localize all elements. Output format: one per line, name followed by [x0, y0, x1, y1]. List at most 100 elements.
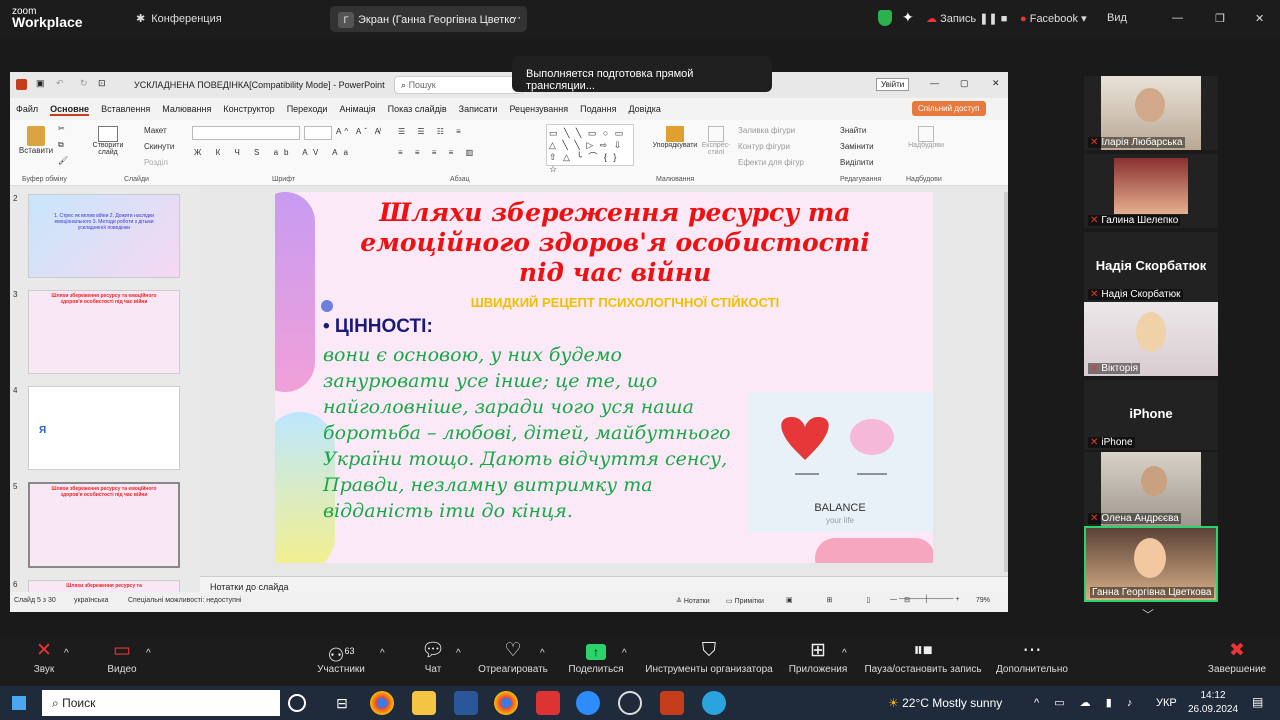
audio-options[interactable]: ^ [64, 648, 69, 659]
vertical-scrollbar[interactable] [1004, 192, 1008, 572]
participants-button[interactable]: ⚇63 Участники [312, 636, 370, 675]
telegram-icon[interactable] [702, 691, 726, 715]
menu-record[interactable]: Записати [459, 104, 498, 114]
cortana-icon[interactable] [288, 694, 306, 712]
menu-insert[interactable]: Вставлення [101, 104, 150, 114]
format-painter-icon[interactable]: 🖌 [58, 156, 68, 165]
addins-button[interactable]: Надбудови [906, 126, 946, 149]
restore-icon[interactable]: ❐ [1215, 12, 1225, 25]
reset-button[interactable]: Скинути [144, 142, 174, 151]
media-icon[interactable] [618, 691, 642, 715]
chat-options[interactable]: ^ [456, 648, 461, 659]
menu-design[interactable]: Конструктор [223, 104, 274, 114]
share-options[interactable]: ^ [622, 648, 627, 659]
sparkle-icon[interactable]: ✦ [902, 9, 914, 26]
notification-icon[interactable]: ▤ [1252, 695, 1263, 709]
close-icon[interactable]: ✕ [1255, 12, 1264, 25]
video-options[interactable]: ^ [146, 648, 151, 659]
explorer-icon[interactable] [412, 691, 436, 715]
ppt-minimize-icon[interactable]: — [930, 78, 939, 88]
livestream-status[interactable]: ● Facebook ▾ [1020, 12, 1087, 25]
powerpoint-icon[interactable] [660, 691, 684, 715]
chrome-icon-2[interactable] [494, 691, 518, 715]
record-status[interactable]: ☁ Запись ❚❚ ■ [926, 12, 1007, 25]
conference-menu[interactable]: ✱ Конференция [136, 12, 222, 25]
apps-button[interactable]: ⊞ Приложения [786, 636, 850, 675]
comments-toggle[interactable]: ▭ Примітки [726, 597, 764, 605]
taskbar-search[interactable]: ⌕ Поиск [42, 690, 280, 716]
pause-record-icon[interactable]: ❚❚ [979, 13, 997, 25]
shape-fill-button[interactable]: Заливка фігури [738, 126, 795, 135]
participant-tile-active[interactable]: Ганна Георгівна Цветкова [1084, 526, 1218, 602]
new-slide-button[interactable]: Створити слайд [90, 126, 126, 156]
copy-icon[interactable]: ⧉ [58, 140, 64, 150]
zoom-level[interactable]: 79% [976, 597, 990, 604]
participants-options[interactable]: ^ [380, 648, 385, 659]
mute-button[interactable]: ✕ Звук [26, 636, 62, 675]
menu-home[interactable]: Основне [50, 104, 90, 116]
layout-button[interactable]: Макет [144, 126, 167, 135]
font-size-box[interactable] [304, 126, 332, 140]
windows-start-icon[interactable] [12, 696, 26, 710]
participant-tile[interactable]: ✕ Вікторія [1084, 302, 1218, 376]
stop-record-icon[interactable]: ■ [1001, 13, 1008, 25]
language-status[interactable]: українська [74, 597, 108, 604]
menu-transitions[interactable]: Переходи [287, 104, 328, 114]
find-button[interactable]: Знайти [840, 126, 866, 135]
undo-icon[interactable]: ↶ [56, 78, 64, 89]
align-icons[interactable]: ≡ ≡ ≡ ≡ ▥ [398, 148, 478, 157]
signin-button[interactable]: Увійти [876, 78, 910, 91]
react-options[interactable]: ^ [540, 648, 545, 659]
search-box[interactable]: ⌕ Пошук [394, 76, 524, 94]
slide-thumb-3[interactable]: Шляхи збереження ресурсу та емоційного з… [28, 290, 180, 374]
section-button[interactable]: Розділ [144, 158, 168, 167]
slide-thumb-5[interactable]: Шляхи збереження ресурсу та емоційного з… [28, 482, 180, 568]
present-icon[interactable]: ⊡ [98, 78, 106, 89]
apps-options[interactable]: ^ [842, 648, 847, 659]
slide-thumb-4[interactable]: Я [28, 386, 180, 470]
pause-record-button[interactable]: ⏸⏹ Пауза/остановить запись [862, 636, 984, 675]
menu-slideshow[interactable]: Показ слайдів [388, 104, 447, 114]
zoom-icon[interactable] [576, 691, 600, 715]
menu-draw[interactable]: Малювання [162, 104, 211, 114]
ppt-restore-icon[interactable]: ▢ [960, 78, 969, 89]
react-button[interactable]: ♡ Отреагировать [476, 636, 550, 675]
view-menu[interactable]: Вид [1107, 12, 1127, 24]
menu-view[interactable]: Подання [580, 104, 616, 114]
app-red-icon[interactable] [536, 691, 560, 715]
menu-file[interactable]: Файл [16, 104, 38, 114]
chat-button[interactable]: 💬︎ Чат [418, 636, 448, 675]
participant-tile[interactable]: iPhone ✕ iPhone [1084, 380, 1218, 450]
tray-icons[interactable]: ^ ▭ ☁ ▮ ♪ [1034, 696, 1138, 709]
font-name-box[interactable] [192, 126, 300, 140]
participant-tile[interactable]: Надія Скорбатюк ✕ Надія Скорбатюк [1084, 232, 1218, 302]
end-button[interactable]: ✖ Завершение [1206, 636, 1268, 675]
save-icon[interactable]: ▣ [36, 78, 45, 89]
clock[interactable]: 14:12 26.09.2024 [1186, 689, 1240, 717]
select-button[interactable]: Виділити [840, 158, 874, 167]
share-button[interactable]: Спільний доступ [912, 101, 986, 116]
arrange-button[interactable]: Упорядкувати [650, 126, 700, 149]
minimize-icon[interactable]: — [1172, 12, 1183, 24]
menu-review[interactable]: Рецензування [509, 104, 568, 114]
participant-tile[interactable]: ✕ Галина Шелепко [1084, 154, 1218, 228]
paragraph-icons[interactable]: ☰ ☰ ☷ ≡ [398, 127, 466, 136]
word-icon[interactable] [454, 691, 478, 715]
paste-button[interactable]: Вставити [18, 126, 54, 155]
task-view-icon[interactable]: ⊟ [330, 691, 354, 715]
more-icon[interactable]: ⋯ [510, 11, 521, 24]
slide-thumb-2[interactable]: 1. Стрес як вплив війни 2. Дожити наслід… [28, 194, 180, 278]
zoom-slider[interactable]: — ─────┼───── + [890, 596, 960, 603]
language-indicator[interactable]: УКР [1156, 697, 1177, 709]
font-format-icons[interactable]: Ж К Ч S ab AV Aa [194, 148, 354, 157]
shield-icon[interactable] [878, 10, 892, 26]
more-button[interactable]: ⋯ Дополнительно [992, 636, 1072, 675]
menu-animations[interactable]: Анімація [339, 104, 375, 114]
shapes-gallery[interactable]: ▭ ╲ ╲ ▭ ○ ▭ △ ╲ ╲ ▷ ⇨ ⇩ ⇧ △ ╰ ⌒ { } ☆ [546, 124, 634, 174]
accessibility-status[interactable]: Спеціальні можливості: недоступні [128, 597, 241, 604]
chrome-icon[interactable] [370, 691, 394, 715]
share-button-zoom[interactable]: ↑ Поделиться [566, 636, 626, 675]
shape-effects-button[interactable]: Ефекти для фігур [738, 158, 804, 167]
shape-outline-button[interactable]: Контур фігури [738, 142, 790, 151]
weather-widget[interactable]: ☀ 22°C Mostly sunny [888, 696, 1002, 710]
